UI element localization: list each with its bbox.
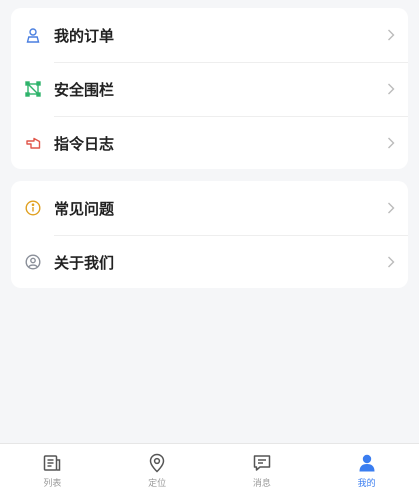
message-icon	[251, 452, 273, 474]
tab-label: 定位	[148, 479, 167, 489]
bottom-tab-bar: 列表 定位 消息 我的	[0, 443, 419, 495]
menu-item-label: 安全围栏	[54, 80, 115, 99]
chevron-right-icon	[384, 82, 398, 96]
location-pin-icon	[146, 452, 168, 474]
chevron-right-icon	[384, 136, 398, 150]
menu-item-about-us[interactable]: 关于我们	[11, 235, 408, 289]
tab-label: 我的	[357, 479, 376, 489]
info-icon	[24, 199, 42, 217]
tab-label: 消息	[252, 479, 271, 489]
menu-item-label: 指令日志	[54, 134, 115, 153]
chevron-right-icon	[384, 201, 398, 215]
tab-list[interactable]: 列表	[0, 444, 105, 495]
menu-item-faq[interactable]: 常见问题	[11, 181, 408, 235]
tab-label: 列表	[43, 479, 62, 489]
tab-mine[interactable]: 我的	[314, 444, 419, 495]
chevron-right-icon	[384, 28, 398, 42]
chevron-right-icon	[384, 255, 398, 269]
user-circle-icon	[24, 253, 42, 271]
menu-item-label: 常见问题	[54, 199, 115, 218]
person-icon	[356, 452, 378, 474]
menu-card-main: 我的订单 安全围栏 指令日志	[11, 8, 408, 169]
menu-item-label: 关于我们	[54, 253, 115, 272]
menu-item-command-log[interactable]: 指令日志	[11, 116, 408, 170]
menu-item-my-orders[interactable]: 我的订单	[11, 8, 408, 62]
user-badge-icon	[24, 26, 42, 44]
tab-location[interactable]: 定位	[105, 444, 210, 495]
menu-item-safety-fence[interactable]: 安全围栏	[11, 62, 408, 116]
list-icon	[41, 452, 63, 474]
pointing-hand-icon	[24, 134, 42, 152]
tab-messages[interactable]: 消息	[210, 444, 315, 495]
menu-card-support: 常见问题 关于我们	[11, 181, 408, 288]
menu-item-label: 我的订单	[54, 26, 115, 45]
fence-icon	[24, 80, 42, 98]
